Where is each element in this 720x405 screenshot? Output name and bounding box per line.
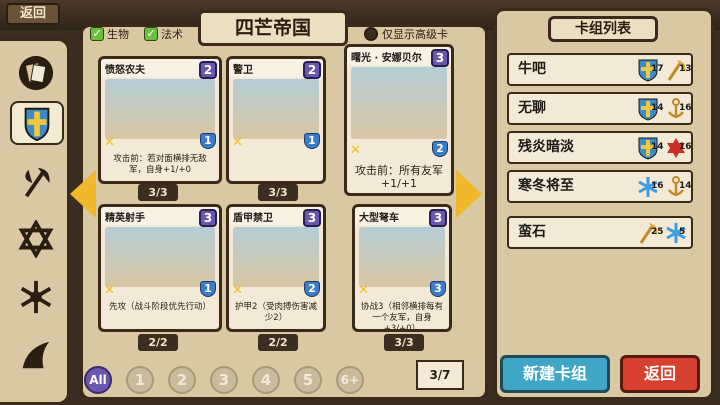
- card-text: 协战3（相邻横排每有一个友军，自身+3/+0）: [361, 302, 443, 332]
- next-page-arrow-icon[interactable]: [456, 170, 482, 218]
- deck-count-1: 14: [651, 103, 664, 113]
- deck-count-2: 5: [679, 227, 686, 237]
- deck-count-1: 14: [651, 142, 664, 152]
- card[interactable]: 精英射手 3 ✕ 1 先攻（战斗阶段优先行动）: [98, 204, 222, 332]
- card-hp: 3: [430, 281, 446, 297]
- deck-name: 无聊: [518, 100, 546, 116]
- deck-name: 寒冬将至: [518, 178, 574, 194]
- deck-count-2: 13: [679, 64, 692, 74]
- card-cost: 3: [431, 49, 449, 67]
- deck-count-1: 25: [651, 227, 664, 237]
- card-art: [105, 79, 215, 139]
- card-count: 2/2: [138, 334, 178, 351]
- deck-name: 残炎暗淡: [518, 139, 574, 155]
- faction-title: 四芒帝国: [198, 10, 348, 46]
- rail-snowflake-icon[interactable]: [14, 275, 58, 319]
- card-hp: 1: [200, 281, 216, 297]
- cost-filter-1[interactable]: 1: [126, 366, 154, 394]
- card-text: 护甲2（受肉搏伤害减少2）: [235, 302, 317, 323]
- card-count: 2/2: [258, 334, 298, 351]
- filter-creature[interactable]: ✓ 生物: [90, 26, 129, 42]
- cost-filter-2[interactable]: 2: [168, 366, 196, 394]
- filter-advanced-only[interactable]: 仅显示高级卡: [364, 26, 448, 42]
- deck-count-2: 16: [679, 103, 692, 113]
- prev-page-arrow-icon[interactable]: [70, 170, 96, 218]
- rail-cards-icon[interactable]: [14, 51, 58, 95]
- card-text: 先攻（战斗阶段优先行动）: [108, 302, 211, 312]
- deck-row[interactable]: 无聊 14 16: [507, 92, 693, 125]
- deck-count-1: 17: [651, 64, 664, 74]
- filter-spell-label: 法术: [161, 28, 183, 41]
- sword-icon: ✕: [232, 283, 243, 298]
- card[interactable]: 大型弩车 3 ✕ 3 协战3（相邻横排每有一个友军，自身+3/+0）: [352, 204, 452, 332]
- sword-icon: ✕: [104, 283, 115, 298]
- sword-icon: ✕: [358, 283, 369, 298]
- card-count: 3/3: [258, 184, 298, 201]
- card[interactable]: 警卫 2 ✕ 1: [226, 56, 326, 184]
- card-cost: 3: [199, 209, 217, 227]
- card-art: [105, 227, 215, 287]
- card-hp: 2: [304, 281, 320, 297]
- deck-name: 蛮石: [518, 224, 546, 240]
- sword-icon: ✕: [232, 135, 243, 150]
- card-text: 攻击前：若对面横排无敌军，自身+1/+0: [113, 154, 207, 175]
- filter-advanced-label: 仅显示高级卡: [382, 28, 448, 41]
- deck-count-1: 16: [651, 181, 664, 191]
- faction-rail: [0, 38, 70, 405]
- card-count: 3/3: [138, 184, 178, 201]
- page-indicator: 3/7: [416, 360, 464, 390]
- check-icon: ✓: [90, 27, 104, 41]
- deck-list-title: 卡组列表: [548, 16, 658, 42]
- deck-name: 牛吧: [518, 61, 546, 77]
- card-count: 3/3: [384, 334, 424, 351]
- card-cost: 3: [303, 209, 321, 227]
- cost-filter-3[interactable]: 3: [210, 366, 238, 394]
- card[interactable]: 盾甲禁卫 3 ✕ 2 护甲2（受肉搏伤害减少2）: [226, 204, 326, 332]
- cost-filter-6plus[interactable]: 6+: [336, 366, 364, 394]
- rail-axe-icon[interactable]: [14, 159, 58, 203]
- card-hp: 1: [304, 133, 320, 149]
- card-cost: 2: [199, 61, 217, 79]
- deck-count-2: 14: [679, 181, 692, 191]
- rail-star-of-david-icon[interactable]: [14, 217, 58, 261]
- sword-icon: ✕: [104, 135, 115, 150]
- card-hp: 1: [200, 133, 216, 149]
- radio-icon: [364, 27, 378, 41]
- card-art: [359, 227, 445, 287]
- card-art: [233, 79, 319, 139]
- deck-row[interactable]: 残炎暗淡 14 16: [507, 131, 693, 164]
- card[interactable]: 曙光 · 安娜贝尔 3 ✕ 2 攻击前：所有友军+1/+1: [344, 44, 454, 196]
- card-hp: 2: [432, 141, 448, 157]
- card-cost: 2: [303, 61, 321, 79]
- filter-creature-label: 生物: [107, 28, 129, 41]
- deck-row[interactable]: 蛮石 25 5: [507, 216, 693, 249]
- check-icon: ✓: [144, 27, 158, 41]
- rail-cross-shield-icon[interactable]: [10, 101, 64, 145]
- card-art: [351, 67, 447, 139]
- cost-filter-all[interactable]: All: [84, 366, 112, 394]
- filter-spell[interactable]: ✓ 法术: [144, 26, 183, 42]
- sword-icon: ✕: [350, 143, 361, 158]
- deck-count-2: 16: [679, 142, 692, 152]
- rail-horn-icon[interactable]: [14, 333, 58, 377]
- top-back-button[interactable]: 返回: [6, 3, 60, 25]
- card-text: 攻击前：所有友军+1/+1: [355, 164, 443, 190]
- deck-row[interactable]: 牛吧 17 13: [507, 53, 693, 86]
- back-button[interactable]: 返回: [620, 355, 700, 393]
- new-deck-button[interactable]: 新建卡组: [500, 355, 610, 393]
- cost-filter-5[interactable]: 5: [294, 366, 322, 394]
- cost-filter-4[interactable]: 4: [252, 366, 280, 394]
- card[interactable]: 愤怒农夫 2 ✕ 1 攻击前：若对面横排无敌军，自身+1/+0: [98, 56, 222, 184]
- deck-row[interactable]: 寒冬将至 16 14: [507, 170, 693, 203]
- card-cost: 3: [429, 209, 447, 227]
- card-art: [233, 227, 319, 287]
